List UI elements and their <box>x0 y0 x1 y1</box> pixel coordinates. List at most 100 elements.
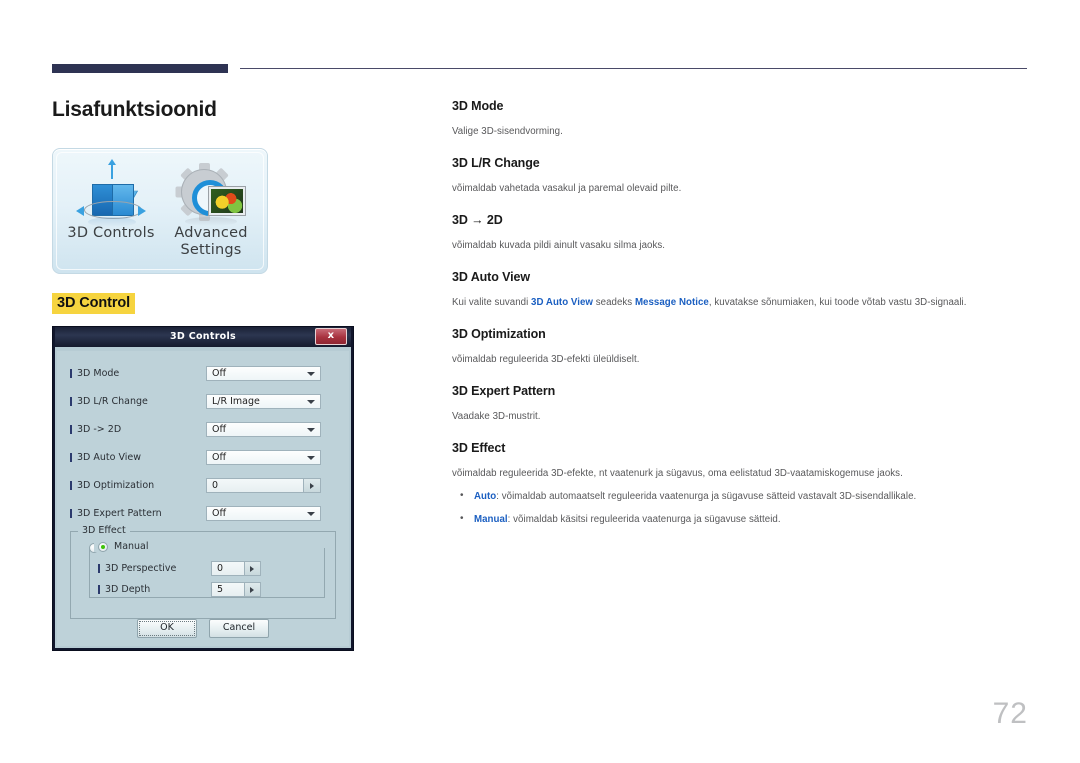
section-body-text-pre: Kui valite suvandi <box>452 297 532 308</box>
section-title: 3D Mode <box>452 99 504 113</box>
bullet-tick-icon <box>98 584 100 594</box>
osd-label-3d-lr-change: 3D L/R Change <box>70 396 206 407</box>
osd-label-3d-to-2d: 3D -> 2D <box>70 424 206 435</box>
cancel-button[interactable]: Cancel <box>209 619 269 638</box>
osd-spinner-value: 0 <box>217 562 224 574</box>
section-3d-lr-change: 3D L/R Change võimaldab vahetada vasakul… <box>452 156 1032 196</box>
highlighted-caption: 3D Control <box>52 293 136 314</box>
chevron-down-icon <box>307 399 315 404</box>
section-title: 3D Optimization <box>452 327 546 341</box>
section-3d-expert-pattern: 3D Expert Pattern Vaadake 3D-mustrit. <box>452 384 1032 424</box>
section-body-text: võimaldab reguleerida 3D-efekte, nt vaat… <box>452 468 903 479</box>
section-body: võimaldab kuvada pildi ainult vasaku sil… <box>452 239 1032 253</box>
section-title: 3D Auto View <box>452 270 530 284</box>
osd-radio-label-manual: Manual <box>114 541 149 552</box>
bullet-accent-term: Manual <box>474 514 508 525</box>
section-accent-term-2: Message Notice <box>634 297 709 308</box>
section-title: 3D Effect <box>452 441 506 455</box>
icon-tile-label-advanced-line2: Settings <box>180 242 242 258</box>
osd-spinner-value: 5 <box>217 583 224 595</box>
section-3d-auto-view: 3D Auto View Kui valite suvandi 3D Auto … <box>452 270 1032 310</box>
section-body: Kui valite suvandi 3D Auto View seadeks … <box>452 296 1032 310</box>
icon-panel: 3D Controls Advanced Settings <box>52 148 268 274</box>
osd-label-3d-perspective: 3D Perspective <box>98 563 211 574</box>
osd-dropdown-3d-expert-pattern[interactable]: Off <box>206 505 321 521</box>
ok-button[interactable]: OK <box>137 619 197 638</box>
bullet-tick-icon <box>70 452 72 462</box>
section-3d-to-2d: 3D → 2D võimaldab kuvada pildi ainult va… <box>452 213 1032 253</box>
chevron-right-icon[interactable] <box>303 478 320 492</box>
osd-dropdown-value: Off <box>212 367 227 379</box>
chevron-right-icon[interactable] <box>244 582 260 596</box>
osd-subgroup-manual: Manual 3D Perspective 0 3D Depth 5 <box>89 541 325 598</box>
osd-row-3d-depth: 3D Depth 5 <box>98 581 316 597</box>
bullet-tick-icon <box>70 480 72 490</box>
osd-spinner-3d-depth[interactable]: 5 <box>211 581 261 597</box>
osd-label-3d-depth: 3D Depth <box>98 584 211 595</box>
osd-group-legend: 3D Effect <box>78 525 130 536</box>
section-body-text: võimaldab vahetada vasakul ja paremal ol… <box>452 183 682 194</box>
osd-body: 3D Mode Off 3D L/R Change L/R Image 3D -… <box>57 351 349 646</box>
osd-label-text: 3D Optimization <box>77 479 155 491</box>
section-body-text: Valige 3D-sisendvorming. <box>452 126 563 137</box>
icon-tile-3d-controls[interactable]: 3D Controls <box>61 157 161 242</box>
icon-tile-label-advanced: Advanced Settings <box>161 225 261 259</box>
close-icon[interactable]: x <box>315 328 347 345</box>
osd-row-3d-lr-change: 3D L/R Change L/R Image <box>70 391 336 411</box>
chevron-down-icon <box>307 455 315 460</box>
left-column: 3D Controls Advanced Settings 3D Control <box>52 148 412 314</box>
osd-spinner-3d-optimization[interactable]: 0 <box>206 477 321 493</box>
osd-row-3d-perspective: 3D Perspective 0 <box>98 560 316 576</box>
osd-dropdown-value: Off <box>212 507 227 519</box>
osd-dropdown-3d-to-2d[interactable]: Off <box>206 421 321 437</box>
osd-row-3d-mode: 3D Mode Off <box>70 363 336 383</box>
osd-row-3d-optimization: 3D Optimization 0 <box>70 475 336 495</box>
osd-titlebar: 3D Controls x <box>55 327 351 347</box>
osd-dialog-inner: 3D Controls x 3D Mode Off 3D L/R Change … <box>55 327 351 648</box>
osd-dropdown-value: Off <box>212 451 227 463</box>
chevron-right-icon[interactable] <box>244 561 260 575</box>
icon-tile-advanced-settings[interactable]: Advanced Settings <box>161 157 261 259</box>
osd-label-text: 3D Auto View <box>77 451 141 463</box>
osd-group-3d-effect: 3D Effect Auto Manual 3D Perspective <box>70 525 336 619</box>
header-rule <box>52 64 1027 76</box>
osd-label-text: 3D Expert Pattern <box>77 507 162 519</box>
section-body: Vaadake 3D-mustrit. <box>452 410 1032 424</box>
page-title: Lisafunktsioonid <box>52 98 217 121</box>
gear-picture-icon <box>161 157 261 226</box>
section-body-text-mid: seadeks <box>593 297 635 308</box>
section-body-text: Vaadake 3D-mustrit. <box>452 411 541 422</box>
list-item: Manual: võimaldab käsitsi reguleerida va… <box>452 512 1032 527</box>
osd-dropdown-3d-auto-view[interactable]: Off <box>206 449 321 465</box>
section-3d-mode: 3D Mode Valige 3D-sisendvorming. <box>452 99 1032 139</box>
osd-label-text: 3D Perspective <box>105 562 177 574</box>
icon-tile-label-3d-controls: 3D Controls <box>67 225 155 241</box>
section-title: 3D L/R Change <box>452 156 540 170</box>
osd-dropdown-3d-lr-change[interactable]: L/R Image <box>206 393 321 409</box>
section-3d-optimization: 3D Optimization võimaldab reguleerida 3D… <box>452 327 1032 367</box>
bullet-tick-icon <box>70 424 72 434</box>
section-title: 3D Expert Pattern <box>452 384 556 398</box>
osd-label-text: 3D -> 2D <box>77 423 122 435</box>
list-item: Auto: võimaldab automaatselt reguleerida… <box>452 489 1032 504</box>
chevron-down-icon <box>307 427 315 432</box>
osd-row-3d-expert-pattern: 3D Expert Pattern Off <box>70 503 336 523</box>
osd-dropdown-3d-mode[interactable]: Off <box>206 365 321 381</box>
chevron-down-icon <box>307 511 315 516</box>
section-body: võimaldab vahetada vasakul ja paremal ol… <box>452 182 1032 196</box>
osd-label-text: 3D L/R Change <box>77 395 148 407</box>
bullet-tick-icon <box>70 368 72 378</box>
radio-icon-manual <box>98 541 108 552</box>
bullet-accent-term: Auto <box>474 491 497 502</box>
section-body: võimaldab reguleerida 3D-efekte, nt vaat… <box>452 467 1032 527</box>
osd-radio-manual[interactable]: Manual <box>94 541 153 552</box>
osd-row-3d-to-2d: 3D -> 2D Off <box>70 419 336 439</box>
bullet-text: : võimaldab käsitsi reguleerida vaatenur… <box>507 514 781 525</box>
osd-dropdown-value: L/R Image <box>212 395 260 407</box>
osd-label-3d-expert-pattern: 3D Expert Pattern <box>70 508 206 519</box>
section-body: Valige 3D-sisendvorming. <box>452 125 1032 139</box>
chevron-down-icon <box>307 371 315 376</box>
osd-spinner-3d-perspective[interactable]: 0 <box>211 560 261 576</box>
section-bullet-list: Auto: võimaldab automaatselt reguleerida… <box>452 489 1032 527</box>
header-rule-bar <box>52 64 228 73</box>
